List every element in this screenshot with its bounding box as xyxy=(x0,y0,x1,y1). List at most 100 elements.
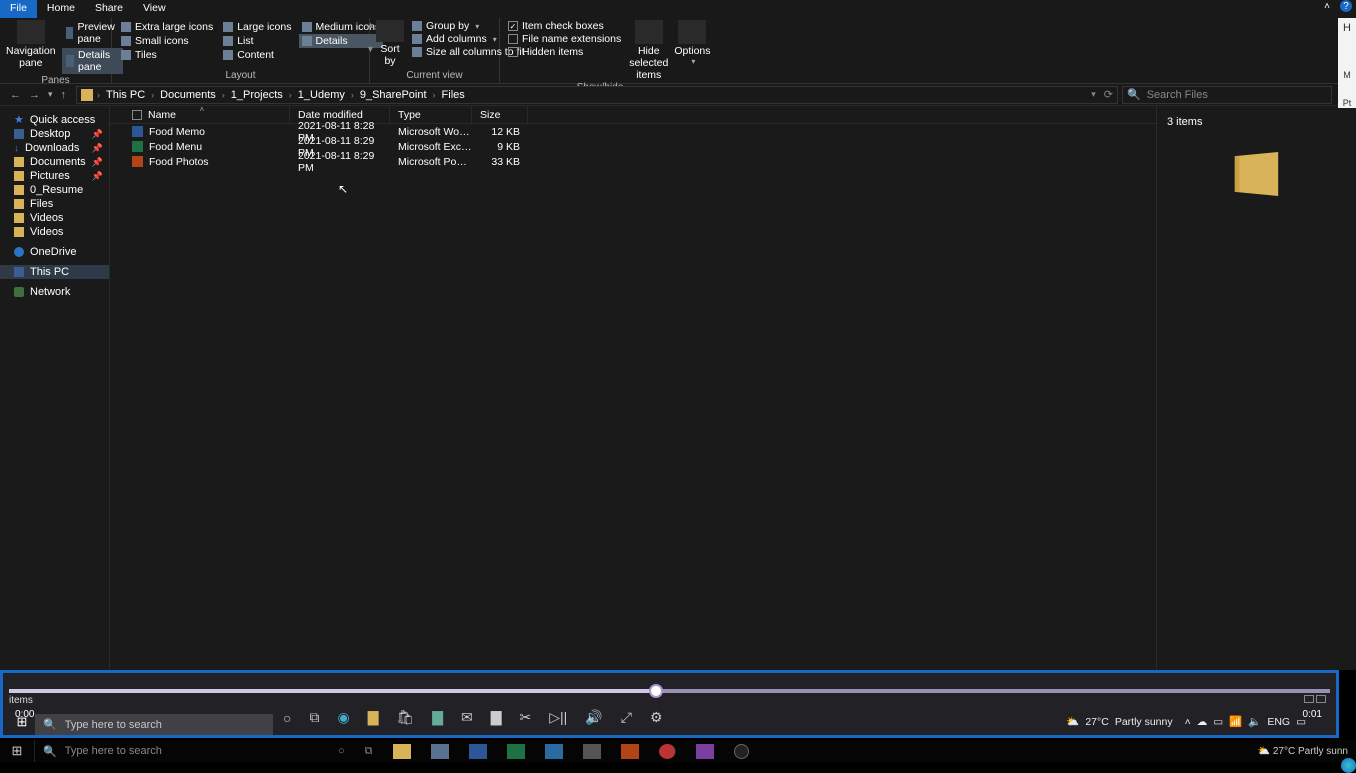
layout-list[interactable]: List xyxy=(220,34,294,48)
file-row[interactable]: Food Memo2021-08-11 8:28 PMMicrosoft Wor… xyxy=(110,124,1156,139)
file-extensions-toggle[interactable]: File name extensions xyxy=(506,33,623,45)
hide-selected-button[interactable]: Hide selected items xyxy=(629,20,668,81)
search-box[interactable]: 🔍 Search Files xyxy=(1122,86,1332,104)
preview-pane-icon xyxy=(66,27,74,39)
sidebar-videos[interactable]: Videos xyxy=(0,211,109,225)
layout-content[interactable]: Content xyxy=(220,48,294,62)
tiles-icon xyxy=(121,50,131,60)
fullscreen-icon[interactable]: ⤢ xyxy=(621,709,632,726)
search-placeholder: Search Files xyxy=(1147,89,1208,101)
download-icon: ↓ xyxy=(14,143,19,154)
column-header-type[interactable]: Type xyxy=(390,106,472,123)
edge-letter: H xyxy=(1343,22,1351,34)
layout-list-label: List xyxy=(237,35,253,47)
navigation-pane-button[interactable]: Navigation pane xyxy=(6,20,56,69)
minimize-ribbon-icon[interactable]: ˄ xyxy=(1320,0,1334,13)
crumb-documents[interactable]: Documents xyxy=(154,89,222,101)
sidebar-quick-access[interactable]: ★Quick access xyxy=(0,112,109,127)
mail-icon[interactable]: ✉ xyxy=(461,709,473,726)
sidebar-documents[interactable]: Documents📌 xyxy=(0,155,109,169)
explorer-icon[interactable] xyxy=(393,744,411,759)
start-button[interactable]: ⊞ xyxy=(0,743,34,759)
folder-icon[interactable]: ▇ xyxy=(368,709,379,726)
tab-share[interactable]: Share xyxy=(85,0,133,18)
word-icon[interactable] xyxy=(469,744,487,759)
sidebar-onedrive[interactable]: OneDrive xyxy=(0,245,109,259)
video-seek-bar[interactable] xyxy=(9,689,1330,693)
crumb-this-pc[interactable]: This PC xyxy=(100,89,151,101)
powerpoint-icon[interactable] xyxy=(621,744,639,759)
edge-icon[interactable] xyxy=(1341,758,1356,773)
seek-thumb[interactable] xyxy=(649,684,663,698)
file-row[interactable]: Food Menu2021-08-11 8:29 PMMicrosoft Exc… xyxy=(110,139,1156,154)
sidebar-videos2[interactable]: Videos xyxy=(0,225,109,239)
sidebar-downloads[interactable]: ↓Downloads📌 xyxy=(0,141,109,155)
nav-history-icon[interactable]: ▾ xyxy=(48,89,53,101)
file-type: Microsoft Word D... xyxy=(390,126,472,138)
app-icon[interactable] xyxy=(583,744,601,759)
hidden-items-toggle[interactable]: Hidden items xyxy=(506,46,623,58)
layout-small-icons[interactable]: Small icons xyxy=(118,34,216,48)
select-all-checkbox[interactable] xyxy=(132,110,142,120)
grid-icon xyxy=(121,36,131,46)
onenote-icon[interactable] xyxy=(696,744,714,759)
tab-view[interactable]: View xyxy=(133,0,176,18)
options-button[interactable]: Options ▾ xyxy=(674,20,710,66)
store-icon[interactable] xyxy=(431,744,449,759)
settings-icon[interactable]: ⚙ xyxy=(650,709,663,726)
help-icon[interactable]: ? xyxy=(1340,0,1352,12)
store-icon[interactable]: 🛍 xyxy=(396,709,414,726)
tab-home[interactable]: Home xyxy=(37,0,85,18)
file-name: Food Memo xyxy=(149,126,205,138)
play-pause-icon[interactable]: ▷|| xyxy=(549,709,567,726)
add-columns-label: Add columns xyxy=(426,33,487,45)
view-mode-icon[interactable] xyxy=(1304,695,1314,703)
item-checkboxes-toggle[interactable]: Item check boxes xyxy=(506,20,623,32)
navigation-sidebar: ★Quick access Desktop📌 ↓Downloads📌 Docum… xyxy=(0,106,110,670)
address-dropdown-icon[interactable]: ▾ xyxy=(1091,89,1096,100)
chevron-up-icon[interactable]: ˄ xyxy=(1185,716,1191,728)
clock-icon[interactable] xyxy=(734,744,749,759)
app-icon[interactable]: ▇ xyxy=(432,709,443,726)
tray-weather[interactable]: ⛅ 27°C Partly sunn xyxy=(1258,746,1348,757)
notification-icon[interactable]: ▭ xyxy=(1296,716,1306,728)
file-row[interactable]: Food Photos2021-08-11 8:29 PMMicrosoft P… xyxy=(110,154,1156,169)
layout-xl-icons[interactable]: Extra large icons xyxy=(118,20,216,34)
crumb-projects[interactable]: 1_Projects xyxy=(225,89,289,101)
columns-icon xyxy=(412,34,422,44)
sidebar-network[interactable]: Network xyxy=(0,285,109,299)
edge-icon[interactable]: ◉ xyxy=(337,709,349,726)
circle-icon[interactable]: ○ xyxy=(283,710,291,726)
nav-back-icon[interactable]: ← xyxy=(10,89,21,101)
layout-tiles[interactable]: Tiles xyxy=(118,48,216,62)
chrome-icon[interactable] xyxy=(659,744,676,759)
crumb-sharepoint[interactable]: 9_SharePoint xyxy=(354,89,433,101)
layout-large-icons[interactable]: Large icons xyxy=(220,20,294,34)
column-header-size[interactable]: Size xyxy=(472,106,528,123)
address-bar[interactable]: › This PC› Documents› 1_Projects› 1_Udem… xyxy=(76,86,1118,104)
app-icon[interactable] xyxy=(545,744,563,759)
sort-by-button[interactable]: Sort by xyxy=(376,20,404,67)
sidebar-pictures[interactable]: Pictures📌 xyxy=(0,169,109,183)
crumb-files[interactable]: Files xyxy=(436,89,471,101)
volume-icon[interactable]: 🔊 xyxy=(585,709,602,726)
sidebar-files[interactable]: Files xyxy=(0,197,109,211)
snip-icon[interactable]: ✂ xyxy=(520,709,532,726)
tab-file[interactable]: File xyxy=(0,0,37,18)
task-view-icon[interactable]: ⧉ xyxy=(365,745,373,758)
sidebar-this-pc[interactable]: This PC xyxy=(0,265,109,279)
column-header-name[interactable]: Name ˄ xyxy=(110,106,290,123)
app-icon[interactable]: ▇ xyxy=(491,709,502,726)
sidebar-resume[interactable]: 0_Resume xyxy=(0,183,109,197)
taskbar-search[interactable]: 🔍 Type here to search xyxy=(34,740,324,762)
sidebar-desktop[interactable]: Desktop📌 xyxy=(0,127,109,141)
nav-forward-icon[interactable]: → xyxy=(29,89,40,101)
task-view-icon[interactable]: ⧉ xyxy=(309,709,319,726)
refresh-icon[interactable]: ⟳ xyxy=(1104,88,1113,101)
lang-indicator[interactable]: ENG xyxy=(1267,716,1290,728)
excel-icon[interactable] xyxy=(507,744,525,759)
nav-up-icon[interactable]: ↑ xyxy=(61,89,67,101)
view-mode-icon[interactable] xyxy=(1316,695,1326,703)
cortana-icon[interactable]: ○ xyxy=(338,745,345,757)
crumb-udemy[interactable]: 1_Udemy xyxy=(292,89,351,101)
